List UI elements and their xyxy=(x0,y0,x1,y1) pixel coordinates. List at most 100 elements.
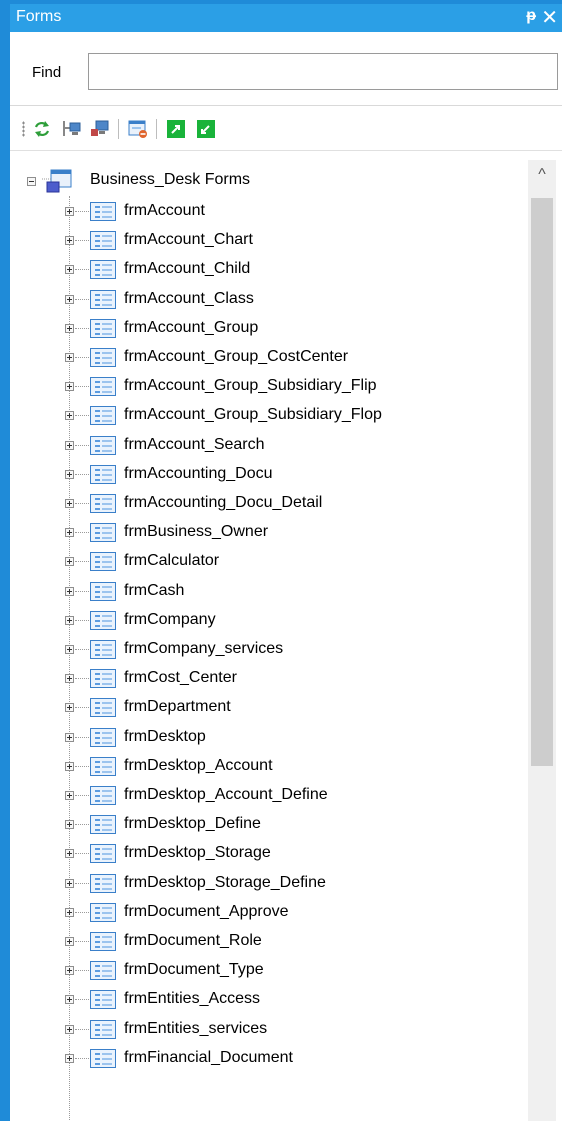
tree-item[interactable]: frmAccount_Chart xyxy=(10,226,528,255)
tree-item-label: frmDesktop_Account_Define xyxy=(124,786,328,803)
expand-icon[interactable] xyxy=(65,1025,74,1034)
expand-icon[interactable] xyxy=(65,528,74,537)
pin-icon[interactable]: ᵽ xyxy=(526,7,536,25)
form-icon xyxy=(90,815,116,834)
tree-item-label: frmCompany_services xyxy=(124,640,284,657)
scroll-up-arrow[interactable]: ^ xyxy=(528,166,556,188)
tree-connector xyxy=(75,532,89,533)
expand-icon[interactable] xyxy=(65,557,74,566)
collapse-icon[interactable] xyxy=(27,177,36,186)
tree-item[interactable]: frmDepartment xyxy=(10,693,528,722)
tree-item[interactable]: frmDesktop_Account xyxy=(10,752,528,781)
tree-item[interactable]: frmAccount_Group_Subsidiary_Flop xyxy=(10,401,528,430)
tree-connector xyxy=(75,445,89,446)
tree-connector xyxy=(75,678,89,679)
tree-item[interactable]: frmEntities_services xyxy=(10,1015,528,1044)
expand-icon[interactable] xyxy=(65,587,74,596)
expand-icon[interactable] xyxy=(65,382,74,391)
tree-item-label: frmDesktop_Storage_Define xyxy=(124,874,326,891)
tree-item[interactable]: frmDocument_Approve xyxy=(10,898,528,927)
tree-item[interactable]: frmAccount_Class xyxy=(10,285,528,314)
expand-icon[interactable] xyxy=(65,411,74,420)
expand-icon[interactable] xyxy=(65,236,74,245)
expand-icon[interactable] xyxy=(65,616,74,625)
tree-item[interactable]: frmAccounting_Docu_Detail xyxy=(10,489,528,518)
tree-item[interactable]: frmCash xyxy=(10,577,528,606)
tree-item-label: frmDesktop_Storage xyxy=(124,844,271,861)
close-icon[interactable]: ✕ xyxy=(541,5,558,30)
expand-icon[interactable] xyxy=(65,937,74,946)
expand-icon[interactable] xyxy=(65,733,74,742)
tree-item[interactable]: frmEntities_Access xyxy=(10,985,528,1014)
expand-icon[interactable] xyxy=(65,441,74,450)
tree-item[interactable]: frmAccount_Group_CostCenter xyxy=(10,343,528,372)
green-export-icon[interactable] xyxy=(166,119,186,139)
expand-icon[interactable] xyxy=(65,966,74,975)
expand-icon[interactable] xyxy=(65,820,74,829)
tree-item[interactable]: frmAccount_Child xyxy=(10,255,528,284)
tree-item[interactable]: frmDocument_Role xyxy=(10,927,528,956)
expand-icon[interactable] xyxy=(65,908,74,917)
tree-item[interactable]: frmDesktop_Storage xyxy=(10,839,528,868)
form-icon xyxy=(90,669,116,688)
expand-icon[interactable] xyxy=(65,295,74,304)
form-icon xyxy=(90,1020,116,1039)
tree-connector xyxy=(75,707,89,708)
tree-connector xyxy=(75,912,89,913)
form-icon xyxy=(90,290,116,309)
tree-item[interactable]: frmDocument_Type xyxy=(10,956,528,985)
expand-icon[interactable] xyxy=(65,499,74,508)
tree-root-label: Business_Desk Forms xyxy=(90,171,251,188)
tree-item[interactable]: frmBusiness_Owner xyxy=(10,518,528,547)
tree-item[interactable]: frmAccount_Group_Subsidiary_Flip xyxy=(10,372,528,401)
tree-item-label: frmAccounting_Docu xyxy=(124,465,273,482)
tree-connector xyxy=(75,503,89,504)
tree-item[interactable]: frmDesktop xyxy=(10,723,528,752)
tree-connector xyxy=(75,766,89,767)
expand-icon[interactable] xyxy=(65,645,74,654)
tree-item[interactable]: frmDesktop_Define xyxy=(10,810,528,839)
expand-icon[interactable] xyxy=(65,762,74,771)
toolbar-grip[interactable] xyxy=(22,121,25,137)
expand-icon[interactable] xyxy=(65,995,74,1004)
tree-connector xyxy=(75,240,89,241)
refresh-icon[interactable] xyxy=(32,119,52,139)
tree-connector xyxy=(75,853,89,854)
tree-item[interactable]: frmCompany_services xyxy=(10,635,528,664)
tree-item[interactable]: frmCompany xyxy=(10,606,528,635)
scroll-thumb[interactable] xyxy=(531,198,553,766)
tree-item[interactable]: frmAccount xyxy=(10,197,528,226)
expand-icon[interactable] xyxy=(65,703,74,712)
expand-icon[interactable] xyxy=(65,674,74,683)
expand-icon[interactable] xyxy=(65,1054,74,1063)
green-import-icon[interactable] xyxy=(196,119,216,139)
tree-item[interactable]: frmAccounting_Docu xyxy=(10,460,528,489)
tree-item[interactable]: frmFinancial_Document xyxy=(10,1044,528,1073)
tree-item[interactable]: frmDesktop_Storage_Define xyxy=(10,869,528,898)
forms-tree[interactable]: Business_Desk Forms frmAccount frmAccount… xyxy=(10,152,528,1121)
vertical-scrollbar[interactable]: ^ xyxy=(528,160,556,1121)
form-icon xyxy=(90,932,116,951)
expand-icon[interactable] xyxy=(65,791,74,800)
tree-connector xyxy=(75,883,89,884)
form-delete-icon[interactable] xyxy=(128,119,148,139)
tree-connector xyxy=(75,1058,89,1059)
expand-icon[interactable] xyxy=(65,879,74,888)
expand-icon[interactable] xyxy=(65,265,74,274)
tree-item[interactable]: frmAccount_Search xyxy=(10,431,528,460)
find-input[interactable] xyxy=(88,53,558,90)
expand-icon[interactable] xyxy=(65,849,74,858)
tree-item-label: frmDesktop_Define xyxy=(124,815,261,832)
tree-item[interactable]: frmCost_Center xyxy=(10,664,528,693)
computer-swap-icon[interactable] xyxy=(90,119,110,139)
tree-item[interactable]: frmDesktop_Account_Define xyxy=(10,781,528,810)
tree-item-label: frmCalculator xyxy=(124,552,220,569)
computer-tree-icon[interactable] xyxy=(62,119,82,139)
tree-item[interactable]: frmCalculator xyxy=(10,547,528,576)
expand-icon[interactable] xyxy=(65,470,74,479)
expand-icon[interactable] xyxy=(65,324,74,333)
expand-icon[interactable] xyxy=(65,353,74,362)
tree-connector xyxy=(75,795,89,796)
expand-icon[interactable] xyxy=(65,207,74,216)
tree-item[interactable]: frmAccount_Group xyxy=(10,314,528,343)
